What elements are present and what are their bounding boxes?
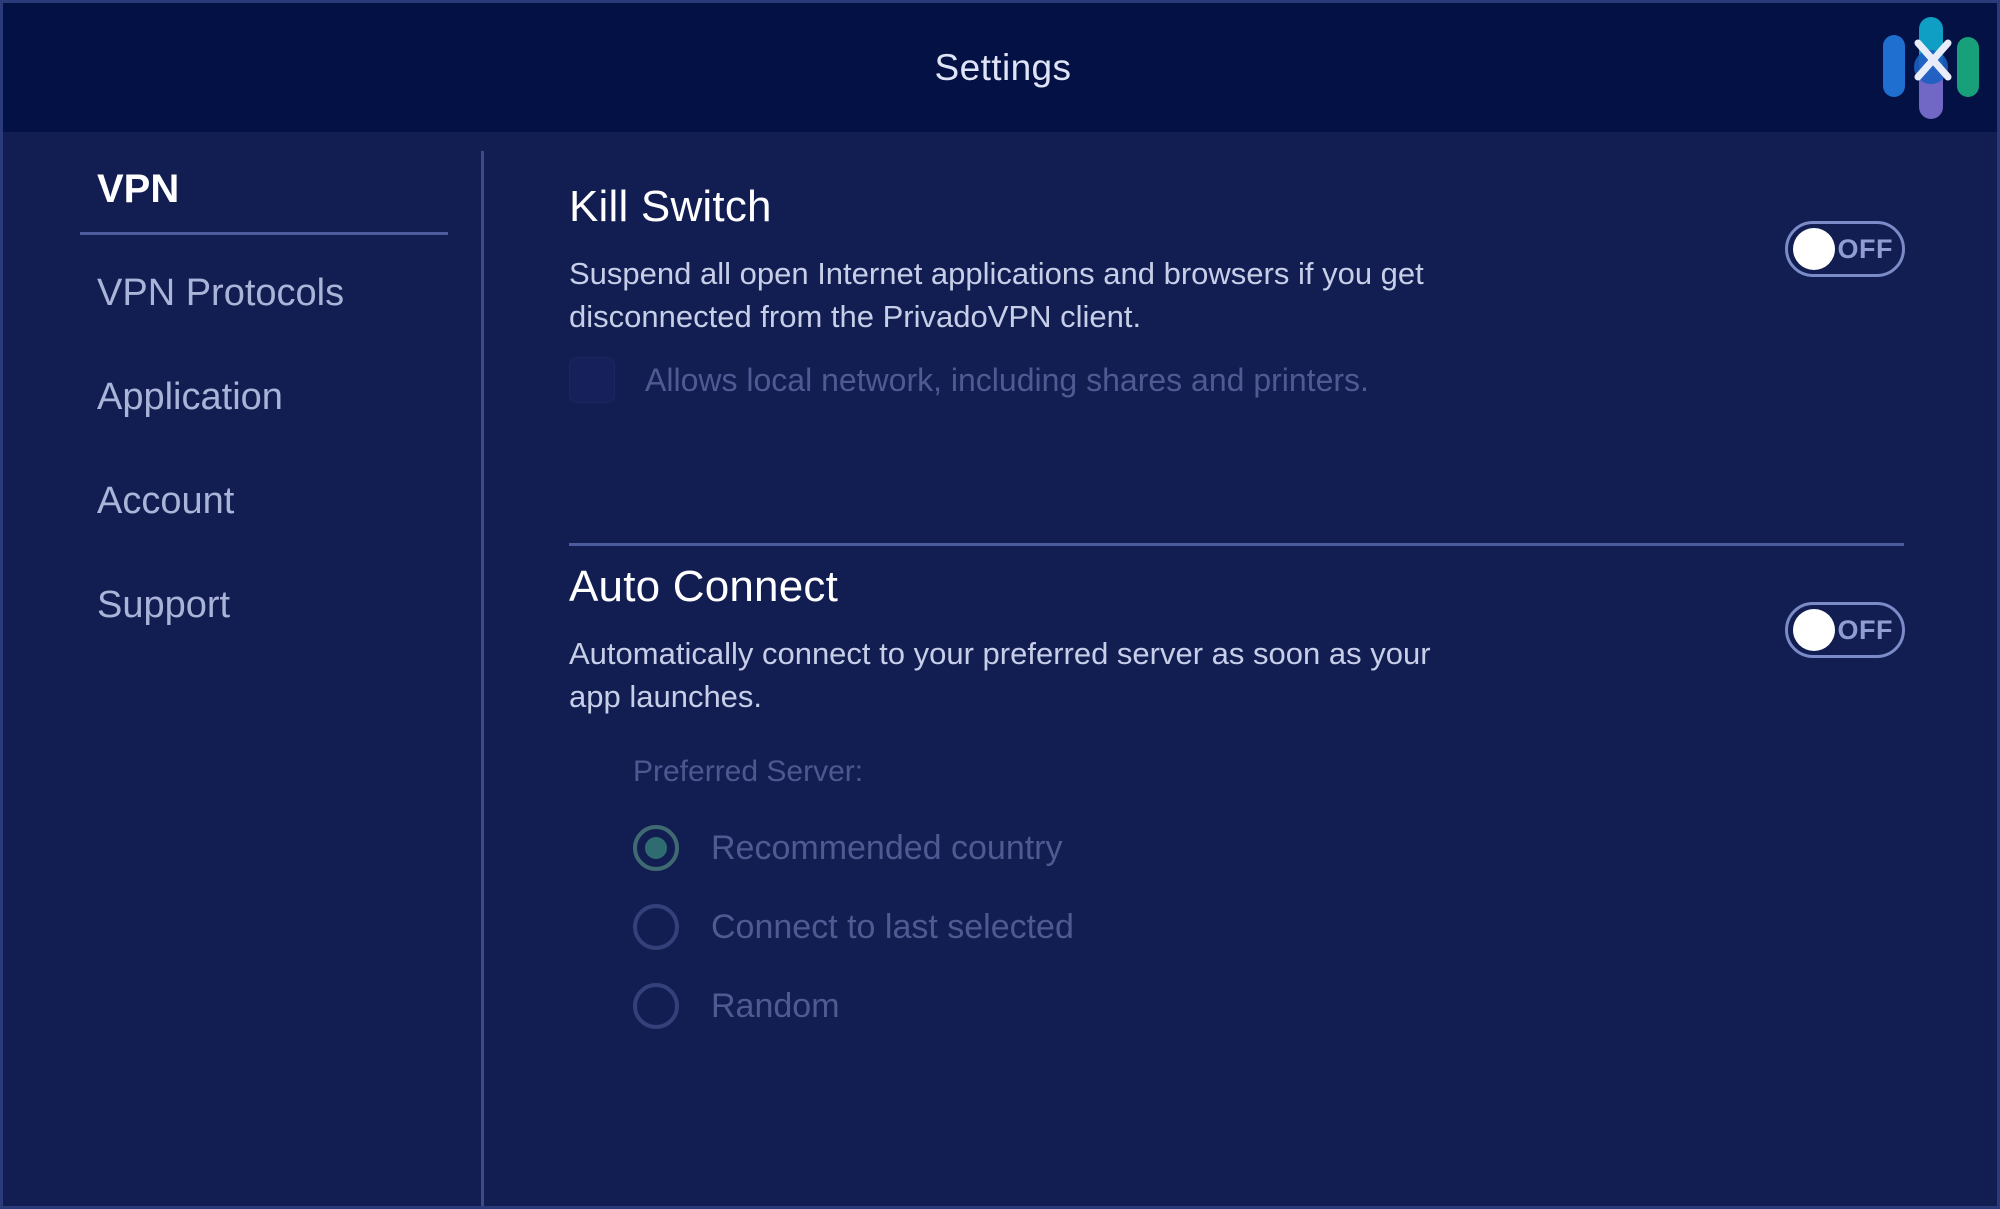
- sidebar-item-label: Application: [97, 376, 283, 418]
- kill-switch-toggle-label: OFF: [1837, 234, 1893, 264]
- radio-connect-to-last-selected[interactable]: [633, 904, 679, 950]
- sidebar-item-vpn[interactable]: VPN: [97, 167, 179, 212]
- title-bar: Settings: [3, 3, 1997, 132]
- allow-local-network-row[interactable]: Allows local network, including shares a…: [569, 357, 1369, 403]
- kill-switch-toggle-knob: [1793, 228, 1835, 270]
- sidebar-item-account[interactable]: Account: [97, 480, 234, 523]
- sidebar-item-label: VPN: [97, 167, 180, 211]
- auto-connect-toggle[interactable]: OFF: [1785, 602, 1905, 658]
- sidebar-item-application[interactable]: Application: [97, 376, 283, 419]
- privadovpn-logo-icon: [1877, 5, 1985, 121]
- preferred-server-option-random[interactable]: Random: [633, 983, 840, 1029]
- section-divider: [569, 543, 1904, 546]
- radio-label: Recommended country: [711, 828, 1063, 867]
- sidebar-item-support[interactable]: Support: [97, 584, 230, 627]
- kill-switch-toggle[interactable]: OFF: [1785, 221, 1905, 277]
- settings-window: Settings VPN VPN Protocols Application A…: [0, 0, 2000, 1209]
- radio-random[interactable]: [633, 983, 679, 1029]
- allow-local-network-checkbox[interactable]: [569, 357, 615, 403]
- preferred-server-option-recommended-country[interactable]: Recommended country: [633, 825, 1063, 871]
- preferred-server-option-connect-to-last-selected[interactable]: Connect to last selected: [633, 904, 1074, 950]
- auto-connect-toggle-label: OFF: [1837, 615, 1893, 645]
- radio-recommended-country[interactable]: [633, 825, 679, 871]
- sidebar-item-label: VPN Protocols: [97, 272, 345, 314]
- settings-content: Kill Switch Suspend all open Internet ap…: [481, 132, 1997, 1206]
- preferred-server-label: Preferred Server:: [633, 755, 864, 788]
- kill-switch-description: Suspend all open Internet applications a…: [569, 256, 1424, 334]
- sidebar-item-label: Support: [97, 584, 231, 626]
- allow-local-network-label: Allows local network, including shares a…: [645, 361, 1369, 398]
- sidebar-active-underline: [80, 232, 448, 235]
- window-title: Settings: [934, 46, 1072, 88]
- sidebar-item-label: Account: [97, 480, 235, 522]
- sidebar: VPN VPN Protocols Application Account Su…: [3, 132, 481, 1206]
- auto-connect-title: Auto Connect: [569, 562, 839, 611]
- radio-label: Connect to last selected: [711, 907, 1074, 946]
- sidebar-item-vpn-protocols[interactable]: VPN Protocols: [97, 272, 344, 315]
- kill-switch-title: Kill Switch: [569, 182, 772, 231]
- auto-connect-description: Automatically connect to your preferred …: [569, 636, 1431, 714]
- auto-connect-toggle-knob: [1793, 609, 1835, 651]
- radio-label: Random: [711, 986, 840, 1025]
